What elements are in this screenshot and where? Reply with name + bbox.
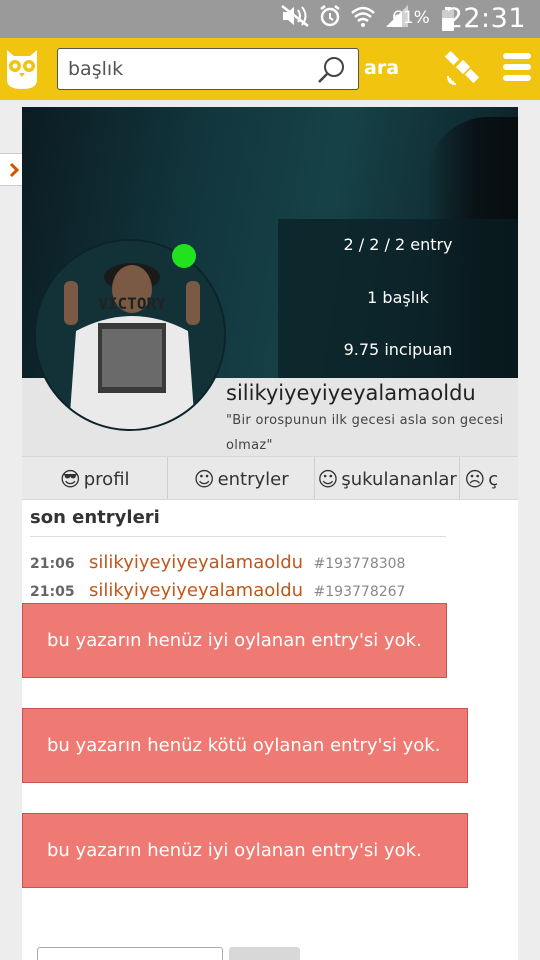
shirt-text: VICTORY <box>98 294 166 313</box>
entry-number[interactable]: #193778308 <box>314 556 406 572</box>
tab-profil[interactable]: 😎 profil <box>22 457 169 499</box>
mute-icon <box>280 4 310 34</box>
list-item[interactable]: 21:06 silikyiyeyiyeyalamaoldu #193778308 <box>30 552 405 573</box>
alert-message: bu yazarın henüz iyi oylanan entry'si yo… <box>22 603 447 678</box>
owl-logo-icon[interactable] <box>4 46 40 90</box>
divider <box>30 536 446 537</box>
smile-icon: ☺ <box>193 467 215 491</box>
tab-partial[interactable]: ☹ ç <box>460 457 518 499</box>
entry-number[interactable]: #193778267 <box>314 584 406 600</box>
search-box <box>57 48 359 90</box>
tab-label: şukulananlar <box>341 468 457 490</box>
tab-label: entryler <box>217 468 289 490</box>
wifi-icon <box>350 4 376 34</box>
bottom-input[interactable] <box>37 947 223 960</box>
incipuan: 9.75 incipuan <box>343 340 453 359</box>
title-count[interactable]: 1 başlık <box>278 288 518 307</box>
entry-count[interactable]: 2 / 2 / 2 entry <box>278 235 518 254</box>
alert-message: bu yazarın henüz iyi oylanan entry'si yo… <box>22 813 468 888</box>
tab-entryler[interactable]: ☺ entryler <box>168 457 315 499</box>
bottom-button[interactable] <box>229 947 300 960</box>
entry-title-link[interactable]: silikyiyeyiyeyalamaoldu <box>89 580 303 601</box>
frown-icon: ☹ <box>464 467 486 491</box>
smile-icon: ☺ <box>317 467 339 491</box>
nickname: silikyiyeyiyeyalamaoldu <box>226 381 476 405</box>
avatar[interactable]: VICTORY <box>34 239 226 431</box>
entry-time: 21:05 <box>30 584 75 600</box>
entry-time: 21:06 <box>30 556 75 572</box>
search-input[interactable] <box>58 49 308 88</box>
satellite-icon[interactable] <box>444 48 482 86</box>
alarm-icon <box>318 4 342 34</box>
tab-sukulananlar[interactable]: ☺ şukulananlar <box>315 457 461 499</box>
profile-stats: 2 / 2 / 2 entry 1 başlık 9.75 incipuan <box>278 219 518 378</box>
tab-label: ç <box>488 468 499 490</box>
profile-tabs: 😎 profil ☺ entryler ☺ şukulananlar ☹ ç <box>22 456 518 500</box>
battery-percent: 61% <box>392 8 430 28</box>
motto: "Bir orospunun ilk gecesi asla son geces… <box>226 413 504 453</box>
top-bar: ara <box>0 38 540 100</box>
status-bar: 61% 22:31 <box>0 0 540 38</box>
clock-time: 22:31 <box>445 3 526 34</box>
search-button[interactable]: ara <box>364 57 399 79</box>
status-icons <box>280 4 410 34</box>
online-status-dot <box>172 244 196 268</box>
section-title: son entryleri <box>30 507 160 528</box>
search-icon[interactable] <box>316 55 346 85</box>
list-item[interactable]: 21:05 silikyiyeyiyeyalamaoldu #193778267 <box>30 580 405 601</box>
cool-face-icon: 😎 <box>59 467 81 491</box>
alert-message: bu yazarın henüz kötü oylanan entry'si y… <box>22 708 468 783</box>
tab-label: profil <box>83 468 130 490</box>
hamburger-menu-icon[interactable] <box>503 53 531 83</box>
entry-title-link[interactable]: silikyiyeyiyeyalamaoldu <box>89 552 303 573</box>
